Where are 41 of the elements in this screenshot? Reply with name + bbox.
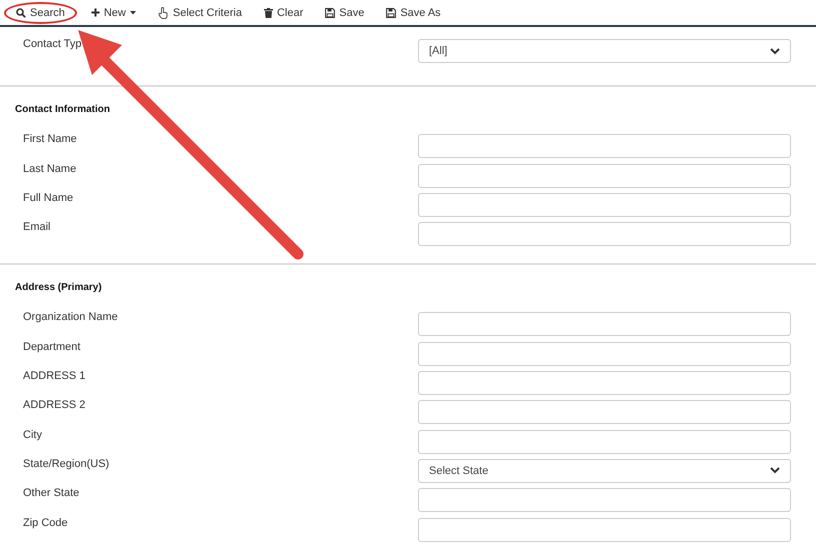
toolbar-button[interactable]: New [82, 2, 144, 24]
caret-icon [130, 10, 136, 14]
dropdown-field[interactable]: Select State [418, 458, 791, 483]
field-label: Other State [22, 487, 80, 500]
input-field[interactable] [418, 430, 791, 454]
toolbar-button[interactable]: Clear [256, 2, 312, 24]
toolbar-button[interactable]: Select Criteria [150, 2, 250, 24]
input-field[interactable] [418, 518, 791, 542]
input-field[interactable] [418, 371, 791, 396]
field-label: Email [22, 221, 52, 234]
field-label: State/Region(US) [22, 458, 110, 470]
search-icon [16, 8, 26, 18]
field-label: ADDRESS 1 [22, 370, 86, 382]
toolbar-button[interactable]: Save As [378, 2, 449, 24]
field-label: Contact Typ [22, 38, 82, 50]
input-field[interactable] [418, 312, 791, 336]
chevron-down-icon [770, 48, 780, 54]
field-label: Zip Code [22, 516, 69, 529]
input-field[interactable] [418, 400, 791, 424]
section-heading: Contact Information [14, 103, 111, 118]
chevron-down-icon [770, 467, 780, 474]
toolbar-button[interactable]: Search [4, 2, 77, 24]
field-label: Full Name [22, 192, 74, 204]
field-label: Department [22, 340, 82, 353]
field-label: City [22, 428, 43, 441]
pointing-hand-icon [158, 6, 169, 18]
input-field[interactable] [418, 164, 791, 188]
input-field[interactable] [418, 192, 791, 217]
input-field[interactable] [418, 488, 791, 512]
toolbar-button[interactable]: Save [317, 2, 372, 24]
trash-icon [264, 8, 273, 18]
input-field[interactable] [418, 342, 791, 366]
field-label: Organization Name [22, 311, 119, 324]
field-label: ADDRESS 2 [22, 399, 86, 412]
field-label: First Name [22, 133, 78, 146]
section-heading: Address (Primary) [14, 281, 103, 296]
field-label: Last Name [22, 162, 78, 175]
plus-icon [90, 8, 100, 17]
input-field[interactable] [418, 134, 791, 158]
input-field[interactable] [418, 222, 791, 246]
dropdown-field[interactable]: [All] [418, 39, 791, 63]
